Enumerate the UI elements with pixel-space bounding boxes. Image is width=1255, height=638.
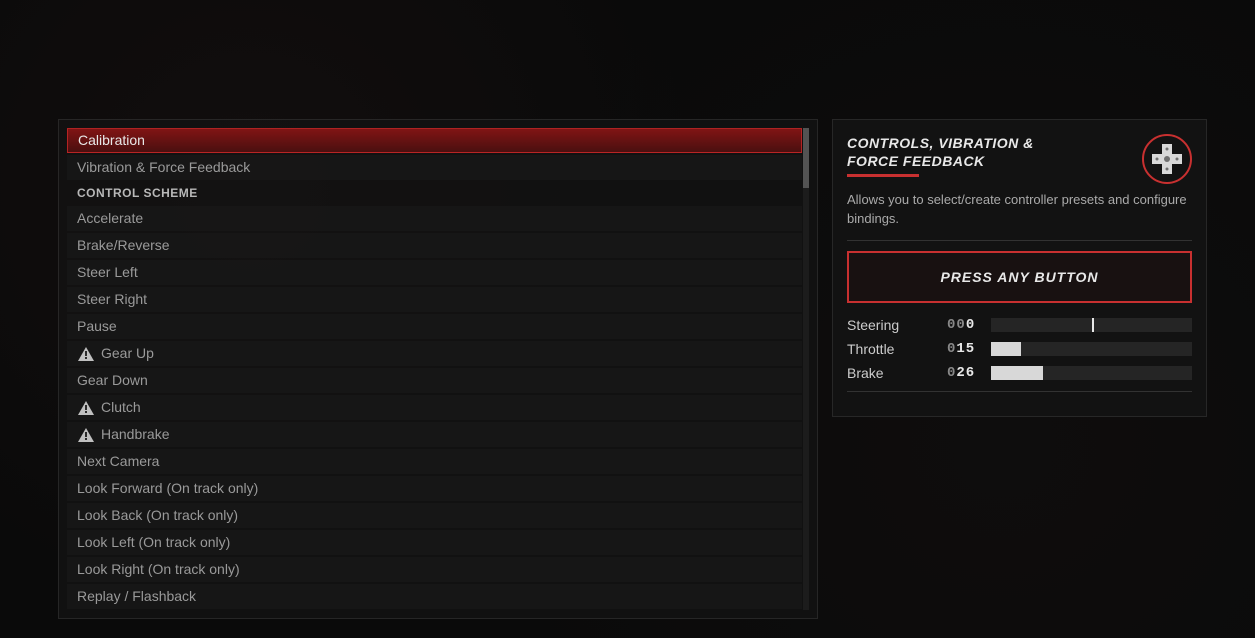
input-label: Steering <box>847 317 937 333</box>
binding-item[interactable]: Handbrake <box>67 422 802 447</box>
binding-item[interactable]: Next Camera <box>67 449 802 474</box>
input-row-steering: Steering 000 <box>847 317 1192 333</box>
binding-label: Steer Right <box>77 287 147 312</box>
divider <box>847 240 1192 241</box>
scrollbar-thumb[interactable] <box>803 128 809 188</box>
warning-icon <box>77 400 95 416</box>
binding-item[interactable]: Accelerate <box>67 206 802 231</box>
binding-item[interactable]: Look Right (On track only) <box>67 557 802 582</box>
menu-item-vibration-force-feedback[interactable]: Vibration & Force Feedback <box>67 155 802 180</box>
binding-item[interactable]: Gear Up <box>67 341 802 366</box>
panel-header: CONTROLS, VIBRATION & FORCE FEEDBACK <box>847 134 1192 185</box>
binding-item[interactable]: Look Back (On track only) <box>67 503 802 528</box>
binding-label: Steer Left <box>77 260 138 285</box>
binding-label: Clutch <box>101 395 141 420</box>
binding-item[interactable]: Pause <box>67 314 802 339</box>
binding-item[interactable]: Look Forward (On track only) <box>67 476 802 501</box>
binding-label: Brake/Reverse <box>77 233 170 258</box>
divider <box>847 391 1192 392</box>
input-label: Brake <box>847 365 937 381</box>
bar-fill <box>991 342 1021 356</box>
binding-item[interactable]: Steer Left <box>67 260 802 285</box>
warning-icon <box>77 427 95 443</box>
bar-fill <box>991 366 1043 380</box>
binding-label: Look Right (On track only) <box>77 557 240 582</box>
input-value: 000 <box>947 317 981 333</box>
binding-label: Replay / Flashback <box>77 584 196 609</box>
scrollbar-track[interactable] <box>803 128 809 610</box>
scroll-area: CalibrationVibration & Force FeedbackCON… <box>67 128 809 610</box>
title-underline <box>847 174 919 177</box>
panel-description: Allows you to select/create controller p… <box>847 191 1192 227</box>
binding-item[interactable]: Clutch <box>67 395 802 420</box>
binding-label: Gear Up <box>101 341 154 366</box>
binding-item[interactable]: Replay / Flashback <box>67 584 802 609</box>
binding-label: Pause <box>77 314 117 339</box>
input-value: 015 <box>947 341 981 357</box>
binding-label: Look Left (On track only) <box>77 530 230 555</box>
panel-title: CONTROLS, VIBRATION & FORCE FEEDBACK <box>847 134 1077 170</box>
binding-item[interactable]: Brake/Reverse <box>67 233 802 258</box>
dpad-icon <box>1142 134 1192 184</box>
binding-label: Next Camera <box>77 449 159 474</box>
input-label: Throttle <box>847 341 937 357</box>
press-any-button[interactable]: PRESS ANY BUTTON <box>847 251 1192 303</box>
bar-center-marker <box>1092 318 1094 332</box>
input-row-brake: Brake 026 <box>847 365 1192 381</box>
input-bar <box>991 318 1192 332</box>
info-panel: CONTROLS, VIBRATION & FORCE FEEDBACK All… <box>832 119 1207 417</box>
binding-item[interactable]: Gear Down <box>67 368 802 393</box>
input-bar <box>991 342 1192 356</box>
input-bar <box>991 366 1192 380</box>
input-value: 026 <box>947 365 981 381</box>
binding-label: Gear Down <box>77 368 148 393</box>
binding-label: Accelerate <box>77 206 143 231</box>
binding-item[interactable]: Steer Right <box>67 287 802 312</box>
warning-icon <box>77 346 95 362</box>
binding-label: Look Forward (On track only) <box>77 476 258 501</box>
controls-list-panel: CalibrationVibration & Force FeedbackCON… <box>58 119 818 619</box>
binding-item[interactable]: Look Left (On track only) <box>67 530 802 555</box>
section-header-control-scheme: CONTROL SCHEME <box>67 182 809 204</box>
menu-item-calibration[interactable]: Calibration <box>67 128 802 153</box>
input-row-throttle: Throttle 015 <box>847 341 1192 357</box>
binding-label: Handbrake <box>101 422 170 447</box>
binding-label: Look Back (On track only) <box>77 503 238 528</box>
